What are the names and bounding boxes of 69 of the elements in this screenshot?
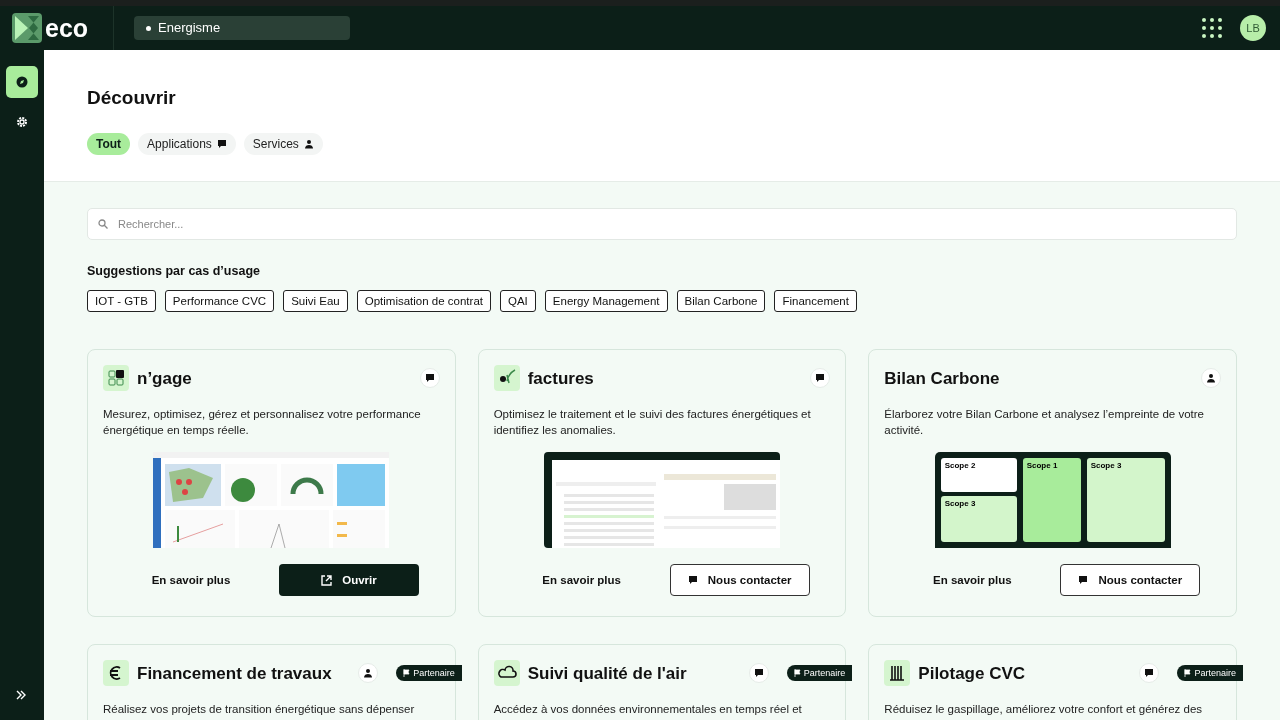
user-avatar[interactable]: LB bbox=[1240, 15, 1266, 41]
partner-label: Partenaire bbox=[1194, 666, 1236, 680]
workspace-selector[interactable]: Energisme bbox=[134, 16, 350, 40]
discover-button[interactable] bbox=[6, 66, 38, 98]
euro-icon bbox=[103, 660, 129, 687]
cloud-icon bbox=[493, 660, 520, 687]
leaf-logo-icon bbox=[493, 365, 520, 392]
chat-icon bbox=[216, 138, 227, 149]
filter-tab[interactable]: Tout bbox=[87, 132, 131, 155]
person-icon bbox=[1206, 373, 1216, 384]
flag-icon bbox=[793, 669, 801, 678]
settings-icon bbox=[16, 116, 28, 128]
scope-title: Scope 1 bbox=[1026, 462, 1059, 471]
flag-icon bbox=[403, 669, 411, 678]
chat-icon bbox=[687, 575, 698, 586]
logo-icon bbox=[12, 13, 42, 43]
tag-chip[interactable]: Suivi Eau bbox=[283, 290, 348, 313]
compass-icon bbox=[16, 76, 28, 88]
scope-title: Scope 3 bbox=[944, 500, 977, 509]
card-description: Mesurez, optimisez, gérez et personnalisez votre performance énergétique en temps réelle. bbox=[103, 407, 422, 439]
filter-tab[interactable]: Services bbox=[243, 132, 323, 155]
tag-chip[interactable]: QAI bbox=[500, 290, 536, 313]
chat-icon bbox=[753, 668, 764, 679]
person-icon bbox=[363, 668, 374, 679]
card-description: Optimisez le traitement et le suivi des factures énergétiques et identifiez les anomalies. bbox=[493, 407, 812, 439]
scope-title: Scope 3 bbox=[1090, 462, 1123, 471]
search-icon bbox=[98, 218, 108, 229]
chat-icon bbox=[815, 373, 826, 384]
card-description: Réalisez vos projets de transition énergétique sans dépenser bbox=[103, 702, 416, 718]
external-link-icon bbox=[321, 574, 333, 586]
page-title: Découvrir bbox=[87, 86, 177, 110]
partner-label: Partenaire bbox=[413, 666, 455, 680]
card-title: Pilotage CVC bbox=[918, 662, 1026, 685]
filter-tab[interactable]: Applications bbox=[138, 132, 236, 155]
chat-icon bbox=[1144, 668, 1155, 679]
card-title: n’gage bbox=[137, 367, 192, 390]
brand-name: eco bbox=[45, 15, 89, 41]
tag-chip[interactable]: Financement bbox=[774, 290, 857, 313]
tag-chip[interactable]: Energy Management bbox=[544, 290, 668, 313]
tag-chip[interactable]: Optimisation de contrat bbox=[356, 290, 491, 313]
expand-button[interactable] bbox=[16, 690, 26, 700]
scope-title: Scope 2 bbox=[944, 462, 977, 471]
card-title: factures bbox=[527, 367, 594, 390]
learn-more-link[interactable]: En savoir plus bbox=[493, 571, 670, 589]
chat-icon bbox=[1078, 575, 1089, 586]
learn-more-link[interactable]: En savoir plus bbox=[884, 571, 1061, 589]
open-button[interactable]: Ouvrir bbox=[279, 564, 419, 597]
radiator-icon bbox=[884, 660, 911, 687]
person-icon bbox=[303, 138, 314, 149]
tag-chip[interactable]: IOT - GTB bbox=[87, 290, 156, 313]
section-title: Suggestions par cas d’usage bbox=[87, 262, 261, 280]
learn-more-link[interactable]: En savoir plus bbox=[103, 571, 279, 589]
search-field[interactable]: Rechercher... bbox=[87, 207, 1237, 240]
card-title: Suivi qualité de l'air bbox=[527, 662, 687, 685]
card-description: Élarborez votre Bilan Carbone et analysez l’empreinte de votre activité. bbox=[884, 407, 1205, 439]
tag-chip[interactable]: Bilan Carbone bbox=[676, 290, 766, 313]
card-title: Bilan Carbone bbox=[884, 367, 1000, 390]
squares-logo-icon bbox=[103, 365, 129, 392]
card-title: Financement de travaux bbox=[137, 662, 332, 685]
chat-icon bbox=[424, 373, 435, 384]
card-description: Accédez à vos données environnementales en temps réel et bbox=[493, 702, 803, 718]
card-description: Réduisez le gaspillage, améliorez votre confort et générez des bbox=[884, 702, 1204, 718]
double-chevron-icon bbox=[16, 690, 26, 700]
tag-chip[interactable]: Performance CVC bbox=[164, 290, 275, 313]
partner-label: Partenaire bbox=[803, 666, 846, 680]
apps-grid-button[interactable] bbox=[1202, 18, 1222, 38]
contact-button[interactable]: Nous contacter bbox=[1060, 564, 1201, 597]
contact-button[interactable]: Nous contacter bbox=[669, 564, 810, 597]
flag-icon bbox=[1184, 669, 1192, 678]
